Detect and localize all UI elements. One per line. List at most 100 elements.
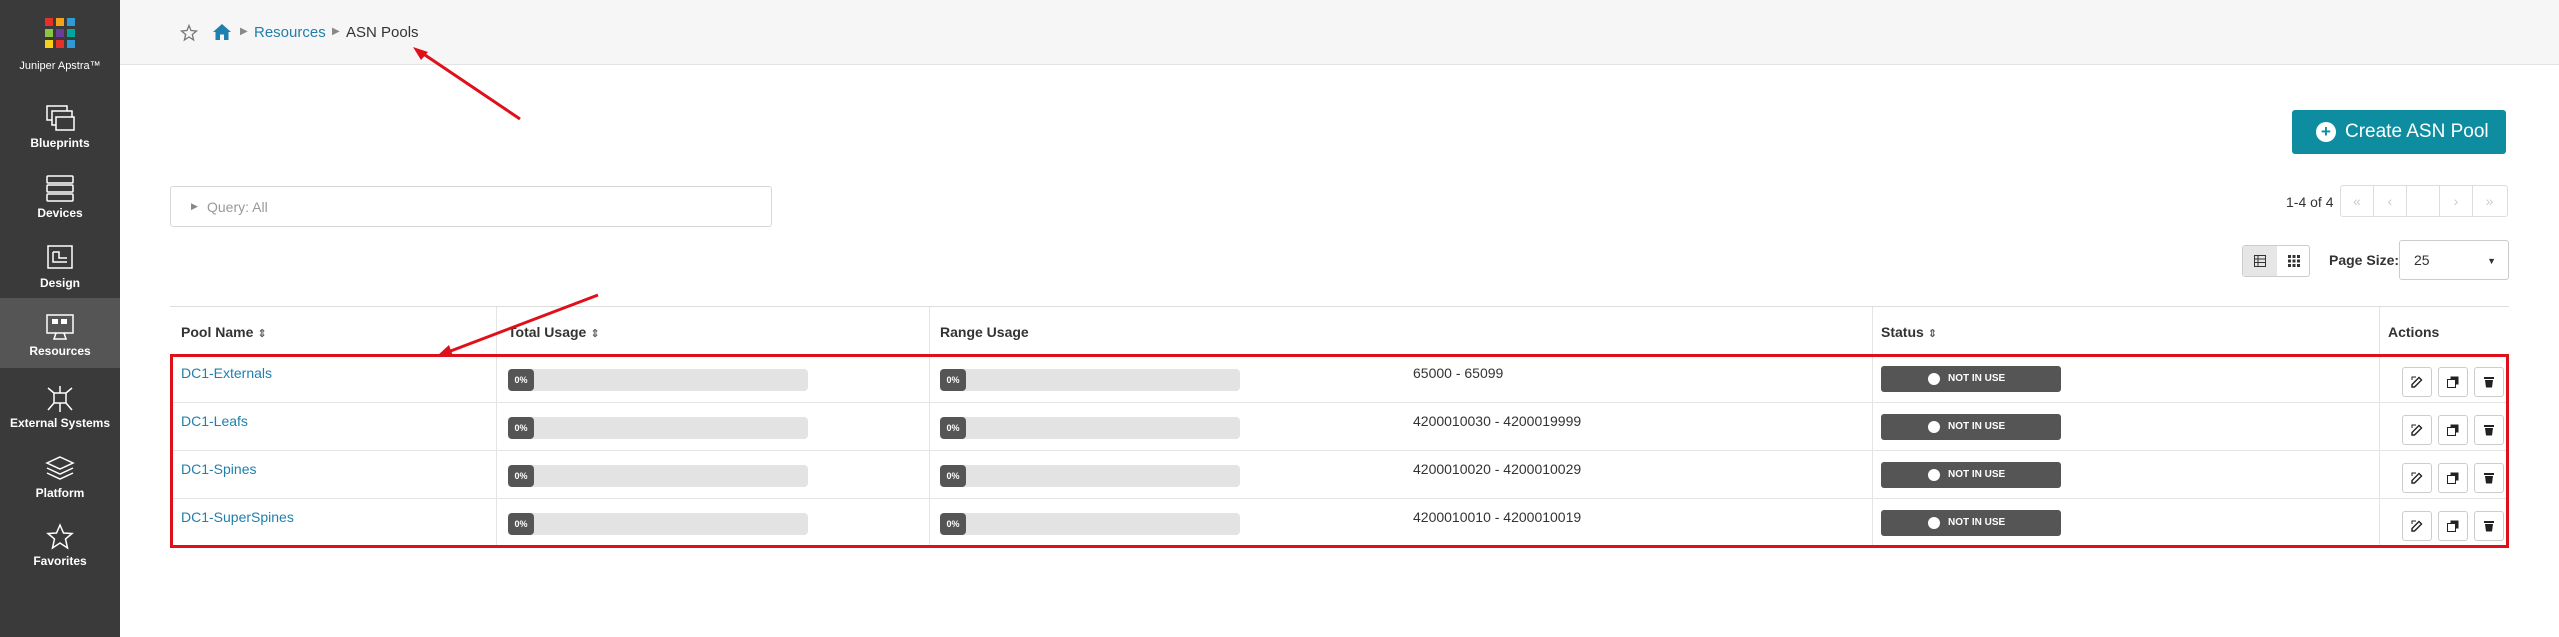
table-row: DC1-SuperSpines 0% 0% 4200010010 - 42000100… (170, 499, 2509, 547)
edit-button[interactable] (2402, 415, 2432, 445)
status-text: NOT IN USE (1948, 469, 2006, 480)
sidebar-item-platform[interactable]: Platform (0, 440, 120, 510)
table-row: DC1-Leafs 0% 0% 4200010030 - 4200019999 NOT … (170, 403, 2509, 451)
sidebar-item-label: Blueprints (30, 136, 90, 150)
status-dot-icon (1928, 469, 1940, 481)
range-usage-label: 0% (940, 417, 966, 439)
breadcrumb-separator-icon: ▶ (332, 26, 340, 37)
prev-page-icon[interactable]: ‹ (2374, 186, 2407, 216)
sidebar-item-label: Platform (35, 486, 85, 500)
pool-name-link[interactable]: DC1-Spines (181, 461, 256, 477)
status-badge: NOT IN USE (1881, 366, 2061, 392)
sort-icon: ⇕ (257, 328, 267, 340)
edit-button[interactable] (2402, 463, 2432, 493)
status-dot-icon (1928, 517, 1940, 529)
star-icon (46, 523, 74, 550)
pool-name-link[interactable]: DC1-Externals (181, 365, 272, 381)
status-badge: NOT IN USE (1881, 414, 2061, 440)
chevron-down-icon: ▼ (2487, 256, 2496, 266)
sidebar-item-label: Devices (37, 206, 83, 220)
header-pool-name[interactable]: Pool Name ⇕ (181, 324, 267, 340)
sidebar-item-label: Design (39, 276, 80, 290)
logo[interactable]: Juniper Apstra™ (0, 0, 120, 78)
page-number-button[interactable] (2407, 186, 2440, 216)
sidebar-item-design[interactable]: Design (0, 230, 120, 300)
asn-range: 4200010010 - 4200010019 (1413, 509, 1582, 525)
delete-button[interactable] (2474, 415, 2504, 445)
range-usage-bar: 0% (940, 513, 1240, 535)
range-usage-label: 0% (940, 465, 966, 487)
breadcrumb-separator-icon: ▶ (240, 26, 248, 37)
sidebar-item-label: Favorites (33, 554, 87, 568)
page-size-select[interactable]: 25 ▼ (2399, 240, 2509, 280)
view-toggle (2242, 245, 2310, 277)
total-usage-bar: 0% (508, 513, 808, 535)
query-label: Query: All (207, 199, 268, 215)
grid-view-icon[interactable] (2277, 246, 2311, 276)
table-row: DC1-Spines 0% 0% 4200010020 - 4200010029 NOT… (170, 451, 2509, 499)
delete-button[interactable] (2474, 367, 2504, 397)
blueprints-icon (46, 105, 75, 131)
status-badge: NOT IN USE (1881, 510, 2061, 536)
home-icon[interactable] (212, 23, 232, 41)
range-usage-bar: 0% (940, 369, 1240, 391)
total-usage-bar: 0% (508, 465, 808, 487)
pool-name-link[interactable]: DC1-Leafs (181, 413, 248, 429)
sidebar: Juniper Apstra™ Blueprints Devices Desig… (0, 0, 120, 637)
sidebar-item-favorites[interactable]: Favorites (0, 508, 120, 578)
range-usage-bar: 0% (940, 465, 1240, 487)
range-usage-label: 0% (940, 513, 966, 535)
sort-icon: ⇕ (1927, 328, 1938, 340)
total-usage-label: 0% (508, 417, 534, 439)
sidebar-item-resources[interactable]: Resources (0, 298, 120, 368)
sidebar-item-blueprints[interactable]: Blueprints (0, 90, 120, 160)
total-usage-bar: 0% (508, 417, 808, 439)
page-size-value: 25 (2414, 252, 2430, 268)
sidebar-item-devices[interactable]: Devices (0, 160, 120, 230)
asn-range: 4200010020 - 4200010029 (1413, 461, 1582, 477)
table-row: DC1-Externals 0% 0% 65000 - 65099 NOT IN USE (170, 355, 2509, 403)
apstra-logo-icon (45, 18, 75, 48)
sort-icon: ⇕ (590, 328, 600, 340)
create-asn-pool-button[interactable]: + Create ASN Pool (2292, 110, 2506, 154)
pagination-count: 1-4 of 4 (2286, 194, 2334, 210)
asn-range: 4200010030 - 4200019999 (1413, 413, 1582, 429)
status-dot-icon (1928, 421, 1940, 433)
sidebar-item-label: Resources (29, 344, 91, 358)
status-text: NOT IN USE (1948, 421, 2006, 432)
clone-button[interactable] (2438, 511, 2468, 541)
header-total-usage[interactable]: Total Usage ⇕ (508, 324, 600, 340)
resources-icon (46, 314, 74, 340)
edit-button[interactable] (2402, 511, 2432, 541)
last-page-icon[interactable]: » (2473, 186, 2506, 216)
total-usage-label: 0% (508, 369, 534, 391)
page-size-label: Page Size: (2329, 252, 2400, 268)
pool-name-link[interactable]: DC1-SuperSpines (181, 509, 294, 525)
delete-button[interactable] (2474, 511, 2504, 541)
total-usage-bar: 0% (508, 369, 808, 391)
clone-button[interactable] (2438, 463, 2468, 493)
edit-button[interactable] (2402, 367, 2432, 397)
design-icon (47, 245, 73, 269)
topbar: ▶ Resources ▶ ASN Pools (120, 0, 2559, 65)
asn-pools-table: Pool Name ⇕ Total Usage ⇕ Range Usage Stat… (170, 306, 2509, 547)
clone-button[interactable] (2438, 367, 2468, 397)
next-page-icon[interactable]: › (2440, 186, 2473, 216)
table-view-icon[interactable] (2243, 246, 2277, 276)
status-text: NOT IN USE (1948, 517, 2006, 528)
status-dot-icon (1928, 373, 1940, 385)
logo-text: Juniper Apstra™ (19, 60, 101, 72)
header-status[interactable]: Status ⇕ (1881, 324, 1937, 340)
query-filter[interactable]: ▶ Query: All (170, 186, 772, 227)
first-page-icon[interactable]: « (2341, 186, 2374, 216)
devices-icon (46, 175, 74, 202)
clone-button[interactable] (2438, 415, 2468, 445)
delete-button[interactable] (2474, 463, 2504, 493)
create-asn-pool-label: Create ASN Pool (2345, 121, 2489, 142)
sidebar-item-label: External Systems (9, 416, 111, 430)
platform-icon (45, 456, 75, 480)
sidebar-item-external-systems[interactable]: External Systems (0, 370, 120, 440)
pagination-controls: « ‹ › » (2340, 185, 2508, 217)
breadcrumb-resources[interactable]: Resources (254, 24, 326, 41)
favorite-star-icon[interactable] (180, 24, 198, 42)
